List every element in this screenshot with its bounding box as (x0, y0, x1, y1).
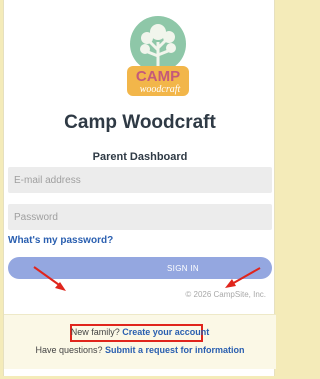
forgot-password-link[interactable]: What's my password? (8, 235, 113, 246)
footer-panel: New family? Create your account Have que… (4, 314, 276, 369)
signin-button[interactable]: SIGN IN (94, 257, 272, 279)
request-info-link[interactable]: Submit a request for information (105, 345, 245, 355)
camp-name-heading: Camp Woodcraft (64, 112, 216, 133)
new-family-text: New family? (70, 327, 120, 337)
create-account-link[interactable]: Create your account (122, 327, 209, 337)
questions-line: Have questions? Submit a request for inf… (4, 345, 276, 355)
email-field[interactable] (8, 167, 272, 193)
login-card: CAMP woodcraft Camp Woodcraft Parent Das… (3, 0, 276, 376)
questions-text: Have questions? (35, 345, 103, 355)
camp-woodcraft-logo: CAMP woodcraft (127, 16, 189, 96)
password-field[interactable] (8, 204, 272, 230)
parent-dashboard-subtitle: Parent Dashboard (92, 151, 188, 163)
svg-text:woodcraft: woodcraft (140, 84, 181, 95)
signin-button-left-cap[interactable] (8, 257, 108, 279)
new-family-line: New family? Create your account (4, 327, 276, 337)
svg-text:CAMP: CAMP (136, 68, 180, 85)
copyright-text: © 2026 CampSite, Inc. (185, 290, 266, 299)
